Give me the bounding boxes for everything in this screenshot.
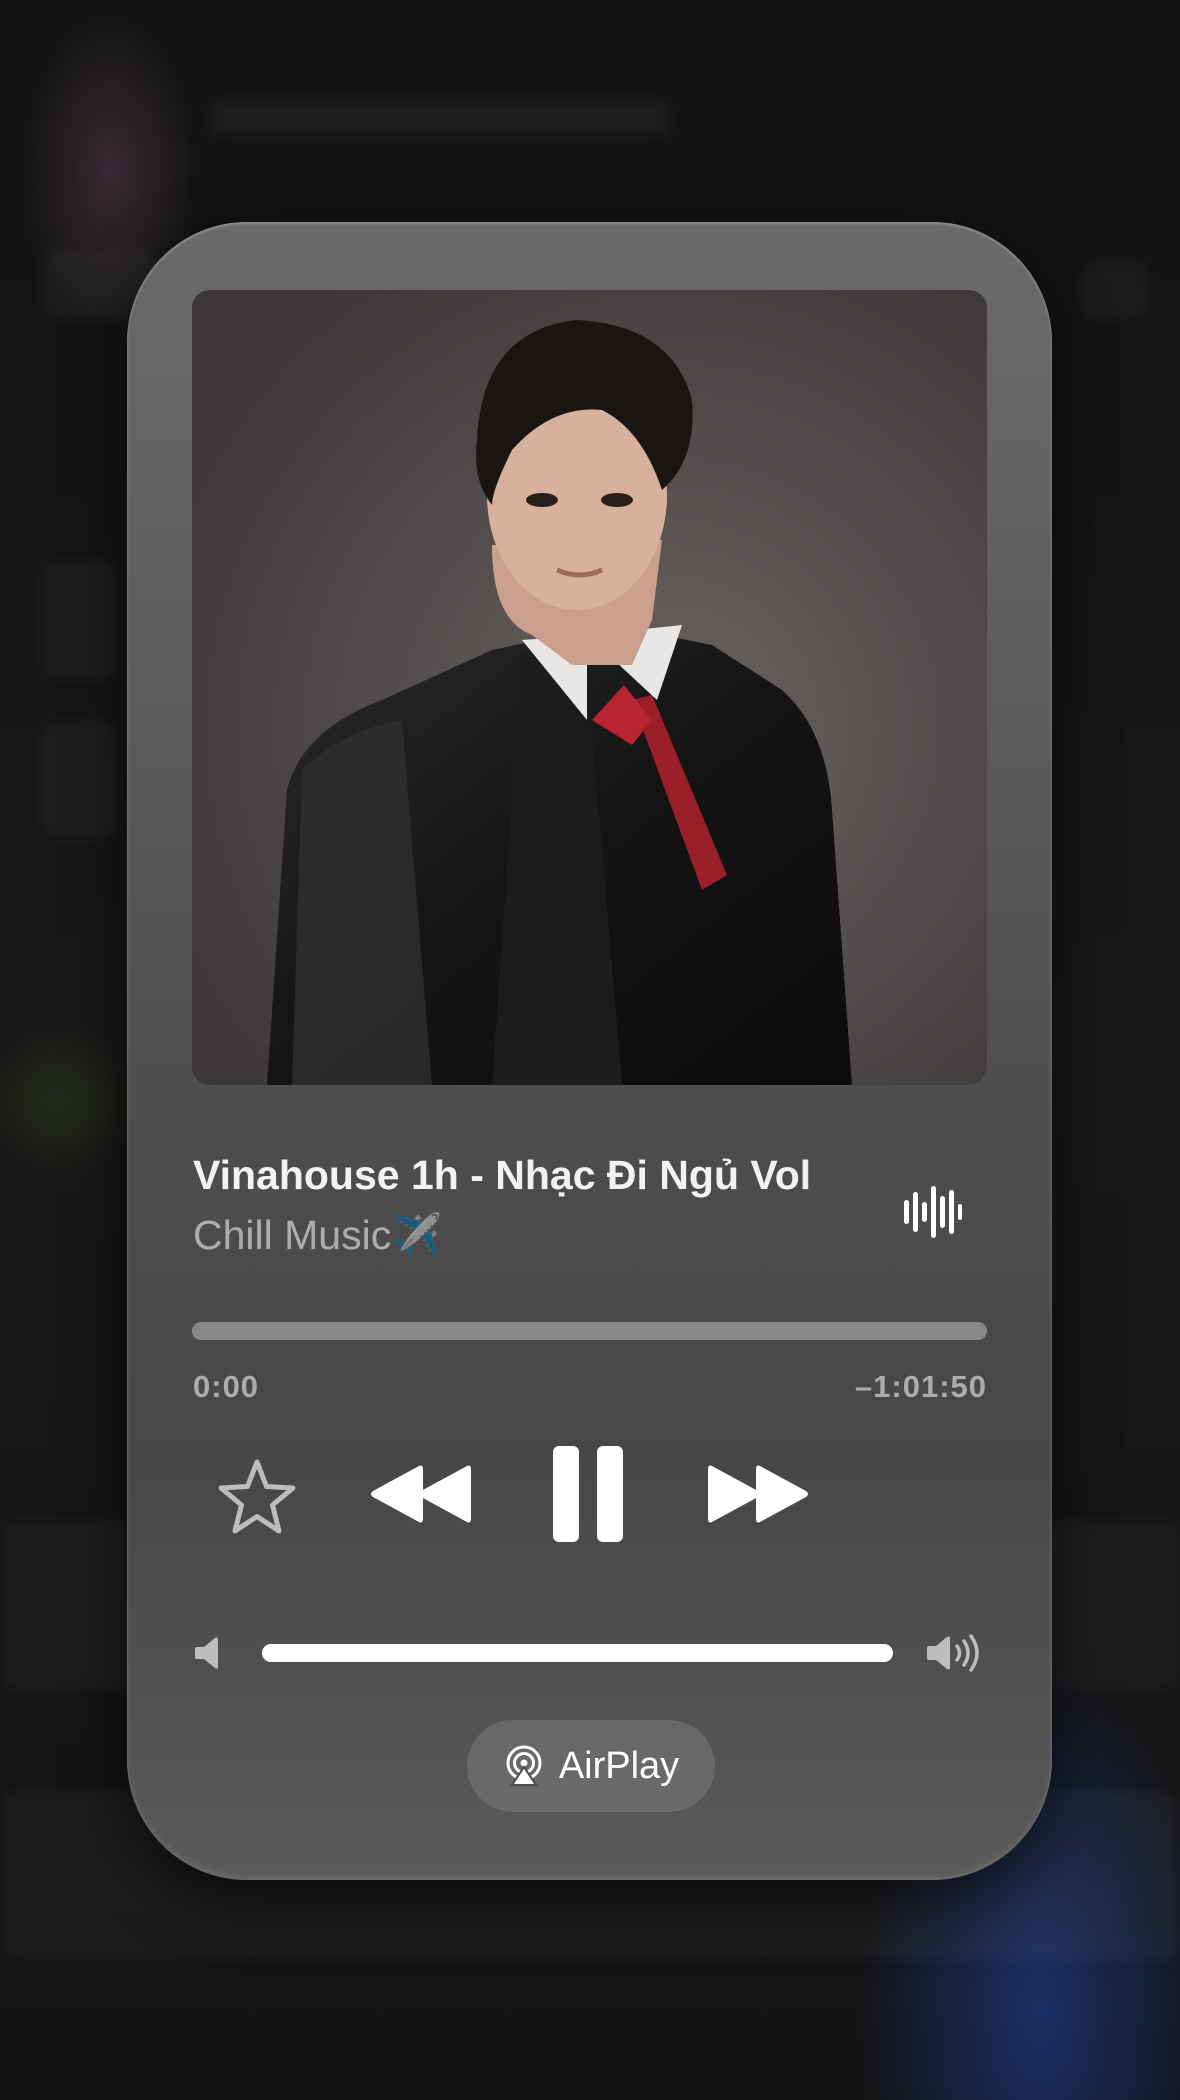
speaker-low-icon (195, 1637, 218, 1669)
background-row (40, 560, 120, 680)
background-title (210, 100, 670, 136)
track-artist[interactable]: Chill Music✈️ (193, 1212, 442, 1260)
fast-forward-icon[interactable] (706, 1462, 812, 1526)
airplay-button[interactable]: AirPlay (467, 1720, 715, 1812)
remaining-time: –1:01:50 (854, 1369, 987, 1404)
star-outline-icon[interactable] (217, 1458, 297, 1534)
playback-scrubber[interactable] (192, 1322, 987, 1340)
now-playing-card: Vinahouse 1h - Nhạc Đi Ngủ Vol Chill Mus… (127, 222, 1052, 1880)
album-artwork (192, 290, 987, 1085)
rewind-icon[interactable] (367, 1462, 473, 1526)
speaker-high-icon (927, 1634, 979, 1672)
volume-level-fill (262, 1644, 893, 1662)
volume-slider[interactable] (262, 1644, 893, 1662)
airplay-label: AirPlay (558, 1744, 680, 1787)
artwork-portrait (192, 290, 987, 1085)
airplay-icon (506, 1745, 542, 1786)
background-row (1080, 260, 1150, 320)
pause-icon[interactable] (551, 1444, 625, 1544)
waveform-icon (904, 1186, 962, 1238)
background-row (40, 720, 120, 840)
track-title[interactable]: Vinahouse 1h - Nhạc Đi Ngủ Vol (193, 1152, 873, 1199)
elapsed-time: 0:00 (193, 1369, 260, 1404)
